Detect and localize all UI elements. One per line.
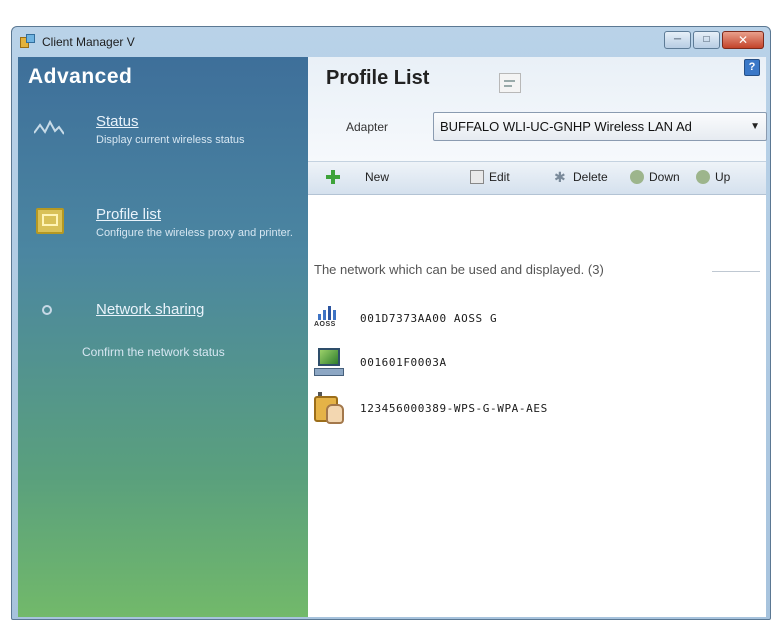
sidebar-heading: Advanced [28,65,133,88]
close-icon: ✕ [737,33,749,47]
chevron-down-icon: ▼ [750,121,760,132]
window-controls: ─ □ ✕ [664,31,764,49]
help-icon[interactable]: ? [744,59,760,76]
title-bar[interactable]: Client Manager V ─ □ ✕ [12,27,770,57]
up-button-label: Up [715,170,731,184]
down-button[interactable]: Down [630,170,680,184]
maximize-icon: □ [703,34,710,45]
sidebar: Advanced Status Display current wireless… [18,57,308,617]
network-sharing-icon [30,301,64,333]
sidebar-item-status[interactable]: Status Display current wireless status [18,109,308,173]
maximize-button[interactable]: □ [693,31,720,49]
main-panel: Profile List ? Adapter BUFFALO WLI-UC-GN… [308,57,767,617]
app-window: Client Manager V ─ □ ✕ Advanced Status D… [11,26,771,620]
sidebar-item-label[interactable]: Network sharing [96,301,204,318]
sidebar-item-label[interactable]: Status [96,113,139,130]
sidebar-item-description: Confirm the network status [82,345,225,359]
sidebar-item-profile-list[interactable]: Profile list Configure the wireless prox… [18,204,308,268]
panel-header: Profile List ? Adapter BUFFALO WLI-UC-GN… [308,57,767,161]
delete-icon: ✱ [554,169,566,185]
new-button-label: New [365,170,390,184]
aoss-icon-text: AOSS [314,321,336,328]
profile-toolbar: New Edit ✱ Delete Down Up [308,161,766,195]
app-icon [20,34,36,50]
page-title: Profile List [326,67,430,89]
minimize-icon: ─ [673,34,682,45]
network-name: 123456000389-WPS-G-WPA-AES [360,402,548,415]
close-button[interactable]: ✕ [722,31,764,49]
delete-button-label: Delete [573,170,608,184]
network-name: 001D7373AA00 AOSS G [360,312,498,325]
profile-document-icon [499,73,521,93]
adapter-selected-value: BUFFALO WLI-UC-GNHP Wireless LAN Ad [440,119,692,134]
computer-icon [312,346,346,380]
up-button[interactable]: Up [696,170,730,184]
sidebar-item-description: Display current wireless status [96,134,245,146]
add-icon [326,170,340,184]
adapter-label: Adapter [346,120,389,134]
sidebar-item-label[interactable]: Profile list [96,206,161,223]
list-item[interactable]: 123456000389-WPS-G-WPA-AES [312,392,752,428]
edit-icon [470,170,484,184]
delete-button[interactable]: ✱ Delete [554,170,608,184]
list-item[interactable]: 001601F0003A [312,346,752,382]
profile-list-icon [30,206,64,238]
minimize-button[interactable]: ─ [664,31,691,49]
network-name: 001601F0003A [360,356,447,369]
arrow-down-icon [630,170,644,184]
down-button-label: Down [649,170,680,184]
list-item[interactable]: AOSS 001D7373AA00 AOSS G [312,304,752,340]
edit-button[interactable]: Edit [470,170,510,184]
adapter-dropdown[interactable]: BUFFALO WLI-UC-GNHP Wireless LAN Ad ▼ [433,112,767,141]
arrow-up-icon [696,170,710,184]
status-icon [30,111,64,143]
edit-button-label: Edit [489,170,510,184]
window-title: Client Manager V [42,35,135,49]
section-divider [712,271,760,272]
wps-icon [312,392,346,426]
sidebar-item-network-sharing[interactable]: Network sharing Confirm the network stat… [18,297,308,367]
network-section-heading: The network which can be used and displa… [314,262,604,277]
aoss-icon: AOSS [314,304,344,334]
sidebar-item-description: Configure the wireless proxy and printer… [96,227,293,239]
new-button[interactable]: New [326,170,389,184]
